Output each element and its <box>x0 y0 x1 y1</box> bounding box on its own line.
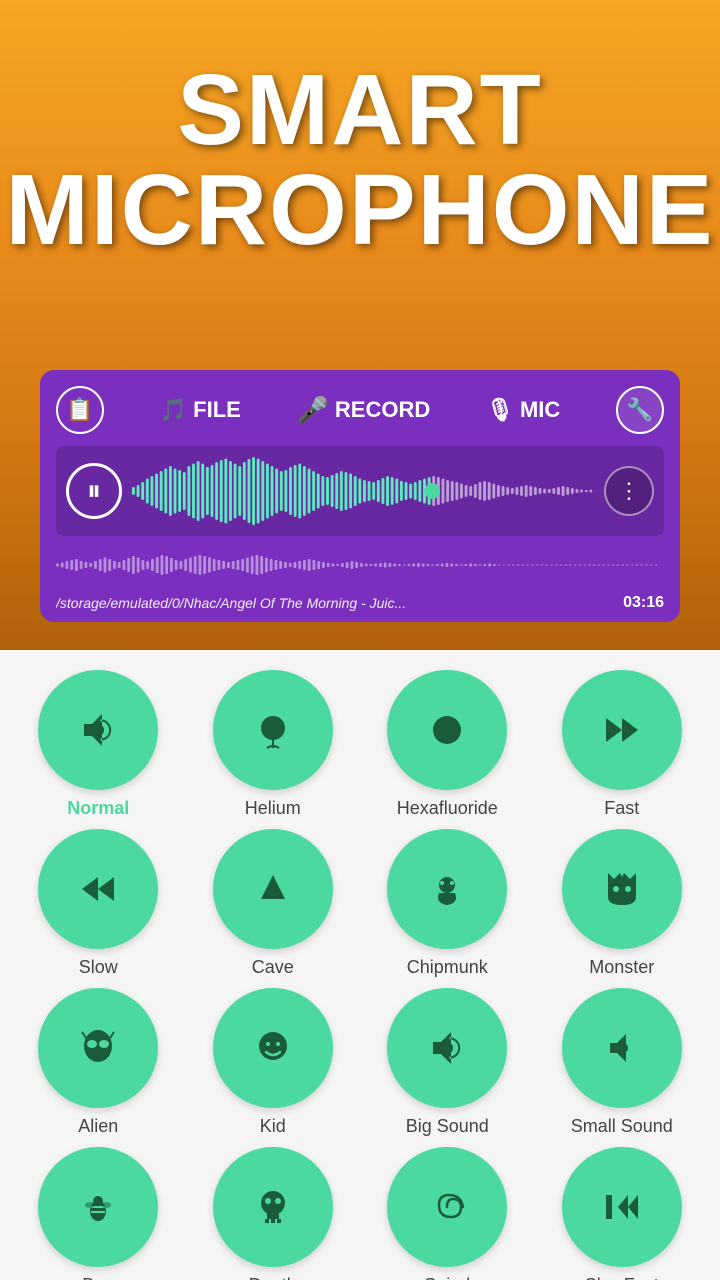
effect-label-helium: Helium <box>245 798 301 819</box>
effect-item-death[interactable]: Death <box>190 1147 357 1280</box>
effect-label-chipmunk: Chipmunk <box>407 957 488 978</box>
effect-label-big-sound: Big Sound <box>406 1116 489 1137</box>
effect-item-fast[interactable]: Fast <box>539 670 706 819</box>
effect-item-alien[interactable]: Alien <box>15 988 182 1137</box>
effect-circle-bee <box>38 1147 158 1267</box>
pause-icon: ⏸ <box>87 475 101 508</box>
more-options-button[interactable]: ⋮ <box>604 466 654 516</box>
effect-label-cave: Cave <box>252 957 294 978</box>
file-label: FILE <box>193 397 241 423</box>
effect-item-cave[interactable]: Cave <box>190 829 357 978</box>
effect-circle-death <box>213 1147 333 1267</box>
effect-item-kid[interactable]: Kid <box>190 988 357 1137</box>
effect-circle-kid <box>213 988 333 1108</box>
effects-grid: Normal Helium Hexafluoride Fast Slow Cave Chip… <box>15 670 705 1280</box>
file-button[interactable]: 🎵 FILE <box>160 397 241 423</box>
effect-item-bee[interactable]: Bee <box>15 1147 182 1280</box>
effect-item-hexafluoride[interactable]: Hexafluoride <box>364 670 531 819</box>
record-label: RECORD <box>335 397 430 423</box>
file-path: /storage/emulated/0/Nhac/Angel Of The Mo… <box>56 595 406 611</box>
effect-item-spiral[interactable]: Spiral <box>364 1147 531 1280</box>
effect-label-slowfast: SlowFast <box>585 1275 659 1280</box>
clipboard-icon: 📋 <box>56 386 104 434</box>
music-icon: 🎵 <box>160 397 187 423</box>
effect-label-normal: Normal <box>67 798 129 819</box>
more-icon: ⋮ <box>618 478 640 504</box>
effect-label-small-sound: Small Sound <box>571 1116 673 1137</box>
effect-circle-chipmunk <box>387 829 507 949</box>
play-pause-button[interactable]: ⏸ <box>66 463 122 519</box>
waveform-display <box>132 446 594 536</box>
effect-circle-hexafluoride <box>387 670 507 790</box>
effect-circle-small-sound <box>562 988 682 1108</box>
effect-label-alien: Alien <box>78 1116 118 1137</box>
clipboard-button[interactable]: 📋 <box>56 386 104 434</box>
effect-circle-normal <box>38 670 158 790</box>
effect-label-slow: Slow <box>79 957 118 978</box>
duration: 03:16 <box>623 594 664 612</box>
player-toolbar: 📋 🎵 FILE 🎤 RECORD 🎙 MIC 🔧 <box>56 386 664 434</box>
effect-item-monster[interactable]: Monster <box>539 829 706 978</box>
mic-icon: 🎙 <box>486 397 514 423</box>
mic-label: MIC <box>520 397 560 423</box>
effect-item-small-sound[interactable]: Small Sound <box>539 988 706 1137</box>
effect-circle-monster <box>562 829 682 949</box>
effects-panel: Normal Helium Hexafluoride Fast Slow Cave Chip… <box>0 650 720 1280</box>
mini-waveform <box>56 540 664 590</box>
file-info: /storage/emulated/0/Nhac/Angel Of The Mo… <box>56 594 664 612</box>
player-panel: 📋 🎵 FILE 🎤 RECORD 🎙 MIC 🔧 ⏸ <box>40 370 680 622</box>
waveform-area: ⏸ ⋮ <box>56 446 664 536</box>
title-line2: MICROPHONE <box>0 160 720 260</box>
effect-label-death: Death <box>249 1275 297 1280</box>
effect-circle-helium <box>213 670 333 790</box>
effect-item-slow[interactable]: Slow <box>15 829 182 978</box>
effect-label-monster: Monster <box>589 957 654 978</box>
settings-button[interactable]: 🔧 <box>616 386 664 434</box>
mic-record-icon: 🎤 <box>297 395 329 426</box>
mic-button[interactable]: 🎙 MIC <box>486 397 560 423</box>
effect-item-chipmunk[interactable]: Chipmunk <box>364 829 531 978</box>
effect-label-bee: Bee <box>82 1275 114 1280</box>
effect-circle-fast <box>562 670 682 790</box>
effect-label-hexafluoride: Hexafluoride <box>397 798 498 819</box>
effect-circle-slow <box>38 829 158 949</box>
effect-circle-alien <box>38 988 158 1108</box>
record-button[interactable]: 🎤 RECORD <box>297 395 431 426</box>
settings-icon: 🔧 <box>616 386 664 434</box>
effect-item-helium[interactable]: Helium <box>190 670 357 819</box>
effect-circle-big-sound <box>387 988 507 1108</box>
effect-label-kid: Kid <box>260 1116 286 1137</box>
effect-circle-spiral <box>387 1147 507 1267</box>
app-title: SMART MICROPHONE <box>0 60 720 260</box>
effect-item-slowfast[interactable]: SlowFast <box>539 1147 706 1280</box>
effect-circle-slowfast <box>562 1147 682 1267</box>
effect-label-spiral: Spiral <box>424 1275 470 1280</box>
effect-label-fast: Fast <box>604 798 639 819</box>
effect-item-normal[interactable]: Normal <box>15 670 182 819</box>
title-line1: SMART <box>0 60 720 160</box>
effect-circle-cave <box>213 829 333 949</box>
effect-item-big-sound[interactable]: Big Sound <box>364 988 531 1137</box>
